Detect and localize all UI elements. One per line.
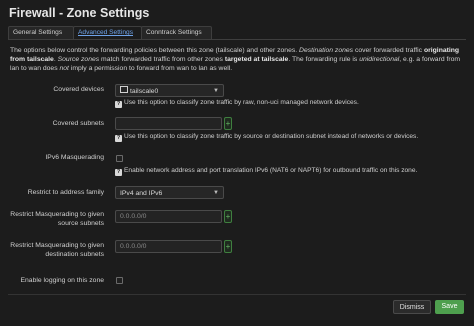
- ipv6-masquerading-help: ? Enable network address and port transla…: [115, 167, 417, 176]
- desc-not: not: [59, 65, 69, 72]
- masq-src-label: Restrict Masquerading to given source su…: [10, 211, 104, 227]
- covered-devices-help: ? Use this option to classify zone traffi…: [115, 99, 359, 108]
- save-button[interactable]: Save: [435, 300, 464, 314]
- footer-divider: [8, 294, 466, 295]
- dismiss-button[interactable]: Dismiss: [393, 300, 431, 314]
- logging-label: Enable logging on this zone: [20, 277, 104, 284]
- help-icon: ?: [115, 101, 122, 108]
- covered-subnets-help-text: Use this option to classify zone traffic…: [124, 133, 419, 140]
- zone-description: The options below control the forwarding…: [10, 46, 465, 73]
- tab-divider: [8, 39, 466, 40]
- ipv6-masquerading-label: IPv6 Masquerading: [45, 154, 104, 161]
- desc-text-4: match forwarded traffic from other zones: [99, 56, 225, 63]
- covered-subnets-input[interactable]: [115, 117, 222, 130]
- address-family-value: IPv4 and IPv6: [120, 190, 163, 197]
- covered-devices-select[interactable]: tailscale0 ▼: [115, 84, 224, 97]
- add-masq-src-button[interactable]: +: [224, 210, 232, 223]
- ipv6-masquerading-checkbox[interactable]: [116, 155, 123, 162]
- covered-subnets-help: ? Use this option to classify zone traffi…: [115, 133, 418, 142]
- tab-general-settings[interactable]: General Settings: [8, 26, 74, 40]
- add-masq-dest-button[interactable]: +: [224, 240, 232, 253]
- chevron-down-icon: ▼: [213, 88, 219, 94]
- ipv6-masquerading-help-text: Enable network address and port translat…: [124, 167, 418, 174]
- logging-checkbox[interactable]: [116, 277, 123, 284]
- desc-source-zones: Source zones: [57, 56, 100, 63]
- desc-text-7: imply a permission to forward from wan t…: [68, 65, 233, 72]
- network-device-icon: [120, 86, 128, 93]
- help-icon: ?: [115, 169, 122, 176]
- covered-devices-label: Covered devices: [53, 86, 104, 93]
- tab-conntrack-settings[interactable]: Conntrack Settings: [141, 26, 212, 40]
- desc-unidirectional: unidirectional: [359, 56, 400, 63]
- covered-devices-value: tailscale0: [130, 88, 159, 95]
- address-family-label: Restrict to address family: [27, 189, 104, 196]
- masq-dest-input[interactable]: 0.0.0.0/0: [115, 240, 222, 253]
- tab-advanced-settings[interactable]: Advanced Settings: [73, 26, 142, 40]
- chevron-down-icon: ▼: [213, 190, 219, 196]
- address-family-select[interactable]: IPv4 and IPv6 ▼: [115, 186, 224, 199]
- desc-text-1: The options below control the forwarding…: [10, 47, 300, 54]
- help-icon: ?: [115, 135, 122, 142]
- desc-text-2: cover forwarded traffic: [353, 47, 424, 54]
- desc-dest-zones: Destination zones: [299, 47, 354, 54]
- desc-targeted-at: targeted at tailscale: [224, 56, 289, 63]
- masq-src-input[interactable]: 0.0.0.0/0: [115, 210, 222, 223]
- add-covered-subnet-button[interactable]: +: [224, 117, 232, 130]
- masq-dest-label: Restrict Masquerading to given destinati…: [10, 242, 104, 258]
- covered-devices-help-text: Use this option to classify zone traffic…: [124, 99, 359, 106]
- dialog-title: Firewall - Zone Settings: [9, 6, 150, 20]
- covered-subnets-label: Covered subnets: [52, 120, 104, 127]
- desc-text-5: . The forwarding rule is: [288, 56, 360, 63]
